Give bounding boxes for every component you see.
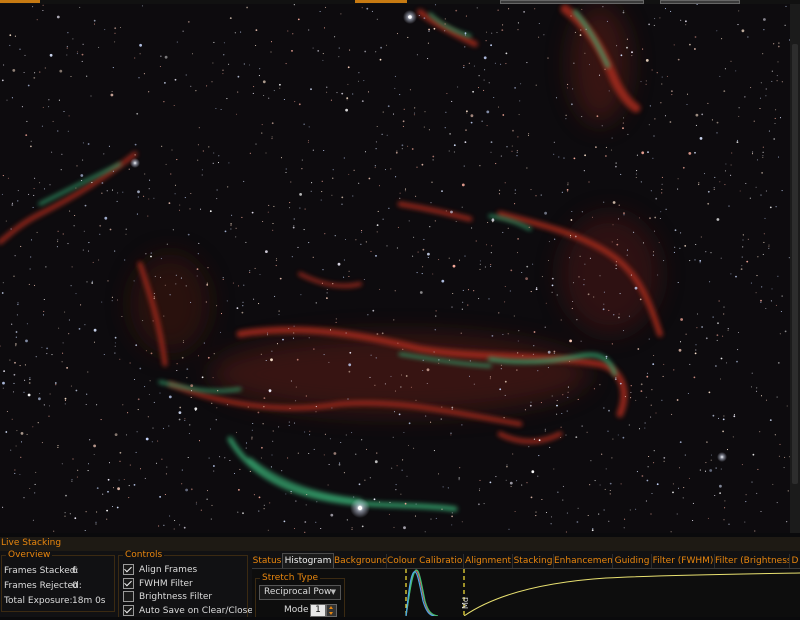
fwhm-filter-check-icon[interactable] <box>123 578 134 589</box>
scrollbar-thumb[interactable] <box>792 44 798 484</box>
viewport-scrollbar[interactable] <box>790 4 800 533</box>
frames-rejected-row: Frames Rejected: 0 <box>4 581 82 591</box>
veil-nebula-image <box>0 4 790 533</box>
histogram-svg: Md <box>346 569 800 617</box>
align-frames-checkbox[interactable]: Align Frames <box>123 564 197 576</box>
brightness-filter-checkbox[interactable]: Brightness Filter <box>123 591 212 603</box>
fwhm-filter-label: FWHM Filter <box>139 579 193 589</box>
brightness-filter-label: Brightness Filter <box>139 592 213 602</box>
top-indicator-left <box>0 0 40 3</box>
brightness-filter-check-icon[interactable] <box>123 591 134 602</box>
frames-rejected-value: 0 <box>72 581 78 591</box>
tab-colour-calibration[interactable]: Colour Calibration <box>387 554 464 568</box>
arrow-up-icon[interactable] <box>329 606 333 609</box>
frames-rejected-label: Frames Rejected: <box>4 581 82 591</box>
tab-alignment[interactable]: Alignment <box>464 554 513 568</box>
auto-save-checkbox[interactable]: Auto Save on Clear/Close <box>123 605 253 617</box>
total-exposure-label: Total Exposure: <box>4 596 73 606</box>
tab-background[interactable]: Background <box>334 554 387 568</box>
stretch-type-dropdown[interactable]: Reciprocal Pow ▼ <box>259 585 341 600</box>
stretch-type-value: Reciprocal Pow <box>264 587 332 597</box>
tab-stacking[interactable]: Stacking <box>513 554 554 568</box>
controls-legend: Controls <box>125 550 163 560</box>
stacked-image-viewport[interactable] <box>0 4 790 533</box>
fwhm-filter-checkbox[interactable]: FWHM Filter <box>123 578 193 590</box>
panel-title: Live Stacking <box>1 538 62 548</box>
total-exposure-value: 18m 0s <box>72 596 106 606</box>
align-frames-check-icon[interactable] <box>123 564 134 575</box>
chevron-down-icon: ▼ <box>330 588 336 596</box>
tab-guiding[interactable]: Guiding <box>613 554 652 568</box>
top-indicator-mid <box>355 0 407 3</box>
stretch-type-legend: Stretch Type <box>262 573 318 583</box>
overview-legend: Overview <box>8 550 51 560</box>
arrow-down-icon[interactable] <box>329 612 333 615</box>
tab-filter-fwhm[interactable]: Filter (FWHM) <box>652 554 715 568</box>
auto-save-label: Auto Save on Clear/Close <box>139 606 253 616</box>
marker-label: Md <box>461 597 470 609</box>
tab-status[interactable]: Status <box>252 554 283 568</box>
mode-stepper-buttons[interactable] <box>326 604 337 617</box>
histogram-plot[interactable]: Md <box>346 569 800 617</box>
tab-histogram[interactable]: Histogram <box>282 553 334 569</box>
panel-tabs: Status Histogram Background Colour Calib… <box>252 553 800 569</box>
tab-enhancement[interactable]: Enhancement <box>554 554 613 568</box>
mode-label: Mode <box>284 605 309 615</box>
auto-save-check-icon[interactable] <box>123 605 134 616</box>
frames-stacked-label: Frames Stacked: <box>4 566 79 576</box>
tab-overflow[interactable]: D <box>790 554 800 568</box>
mode-stepper[interactable]: 1 <box>310 604 326 617</box>
tab-filter-brightness[interactable]: Filter (Brightness) <box>715 554 790 568</box>
frames-stacked-row: Frames Stacked: 6 <box>4 566 78 576</box>
total-exposure-row: Total Exposure: 18m 0s <box>4 596 106 606</box>
panel-title-bar: Live Stacking <box>0 537 800 551</box>
frames-stacked-value: 6 <box>72 566 78 576</box>
align-frames-label: Align Frames <box>139 565 198 575</box>
